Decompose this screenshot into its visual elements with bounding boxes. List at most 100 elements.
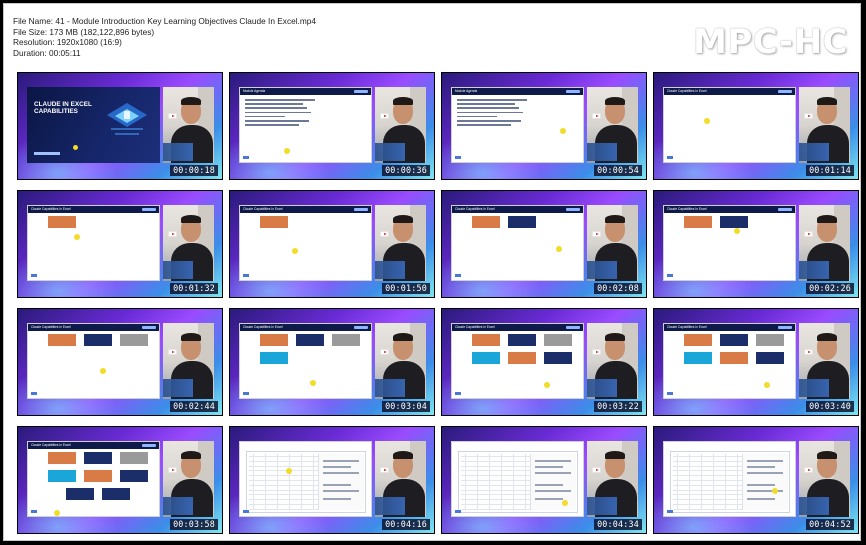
presenter-hair bbox=[393, 333, 413, 341]
presenter-hair bbox=[605, 215, 625, 223]
slide-logo bbox=[566, 326, 580, 329]
spreadsheet-column bbox=[713, 454, 714, 510]
capability-box bbox=[66, 488, 94, 500]
microphone bbox=[587, 497, 617, 515]
agenda-line bbox=[457, 115, 497, 118]
microphone bbox=[163, 143, 193, 161]
cursor-highlight bbox=[54, 510, 60, 516]
duration: Duration: 00:05:11 bbox=[13, 47, 81, 58]
timestamp: 00:01:14 bbox=[806, 165, 854, 176]
play-button-icon bbox=[804, 113, 813, 119]
thumbnail: Claude Capabilities In Excel 00:03:40 bbox=[653, 308, 859, 416]
microphone bbox=[163, 497, 193, 515]
capability-box bbox=[260, 216, 288, 228]
slide-footer-mark bbox=[243, 510, 249, 513]
microphone bbox=[587, 379, 617, 397]
cursor-highlight bbox=[292, 248, 298, 254]
slide: Claude Capabilities In Excel bbox=[27, 205, 160, 281]
agenda-line bbox=[245, 115, 285, 118]
slide: Claude Capabilities In Excel bbox=[27, 441, 160, 517]
slide: Claude Capabilities In Excel bbox=[451, 205, 584, 281]
slide-header: Module Agenda bbox=[240, 88, 371, 95]
chip-illustration bbox=[103, 99, 151, 141]
presenter-webcam bbox=[587, 441, 638, 517]
agenda-line bbox=[457, 103, 515, 105]
capability-box bbox=[720, 352, 748, 364]
slide-footer-mark bbox=[31, 274, 37, 277]
agenda-line bbox=[245, 103, 303, 105]
cursor-highlight bbox=[764, 382, 770, 388]
slide-logo bbox=[354, 90, 368, 93]
slide: Claude Capabilities In Excel bbox=[239, 323, 372, 399]
file-size: File Size: 173 MB (182,122,896 bytes) bbox=[13, 26, 155, 37]
panel-line bbox=[747, 484, 775, 486]
slide-header: Claude Capabilities In Excel bbox=[28, 442, 159, 449]
timestamp: 00:02:08 bbox=[594, 283, 642, 294]
presenter-hair bbox=[605, 451, 625, 459]
play-button-icon bbox=[592, 113, 601, 119]
presenter-webcam bbox=[587, 87, 638, 163]
panel-line bbox=[535, 466, 563, 468]
agenda-line bbox=[457, 120, 521, 122]
presenter-webcam bbox=[375, 441, 426, 517]
cursor-highlight bbox=[74, 234, 80, 240]
microphone bbox=[799, 497, 829, 515]
spreadsheet-column bbox=[513, 454, 514, 510]
slide-logo bbox=[354, 326, 368, 329]
presenter-webcam bbox=[799, 87, 850, 163]
timestamp: 00:03:58 bbox=[170, 519, 218, 530]
thumbnail: Claude Capabilities In Excel 00:03:04 bbox=[229, 308, 435, 416]
capability-box bbox=[84, 452, 112, 464]
presenter-hair bbox=[393, 97, 413, 105]
capability-box bbox=[120, 470, 148, 482]
slide-logo bbox=[142, 444, 156, 447]
spreadsheet-column bbox=[737, 454, 738, 510]
slide-logo bbox=[142, 208, 156, 211]
capability-box bbox=[472, 352, 500, 364]
agenda-line bbox=[245, 111, 311, 114]
capability-box bbox=[720, 216, 748, 228]
slide-logo bbox=[566, 90, 580, 93]
cursor-highlight bbox=[772, 488, 778, 494]
thumbnail: Claude Capabilities In Excel 00:03:22 bbox=[441, 308, 647, 416]
capability-box bbox=[260, 352, 288, 364]
play-button-icon bbox=[380, 113, 389, 119]
spreadsheet-column bbox=[289, 454, 290, 510]
thumbnail: Module Agenda 00:00:36 bbox=[229, 72, 435, 180]
slide: Claude Capabilities In Excel bbox=[27, 323, 160, 399]
microphone bbox=[375, 143, 405, 161]
timestamp: 00:00:18 bbox=[170, 165, 218, 176]
capability-box bbox=[472, 334, 500, 346]
spreadsheet-column bbox=[477, 454, 478, 510]
panel-line bbox=[323, 484, 351, 486]
presenter-webcam bbox=[587, 323, 638, 399]
slide: Claude Capabilities In Excel bbox=[239, 205, 372, 281]
panel-line bbox=[535, 490, 571, 492]
play-button-icon bbox=[804, 349, 813, 355]
thumbnail-grid: CLAUDE IN EXCEL CAPABILITIES 00:00:18 Modu… bbox=[17, 72, 859, 534]
microphone bbox=[163, 379, 193, 397]
panel-line bbox=[535, 460, 571, 462]
spreadsheet-column bbox=[689, 454, 690, 510]
slide-footer-mark bbox=[667, 510, 673, 513]
capability-box bbox=[332, 334, 360, 346]
capability-box bbox=[102, 488, 130, 500]
assistant-panel bbox=[742, 454, 788, 510]
resolution: Resolution: 1920x1080 (16:9) bbox=[13, 37, 122, 48]
spreadsheet-column bbox=[277, 454, 278, 510]
play-button-icon bbox=[804, 467, 813, 473]
cursor-highlight bbox=[734, 228, 740, 234]
presenter-webcam bbox=[163, 441, 214, 517]
timestamp: 00:03:40 bbox=[806, 401, 854, 412]
microphone bbox=[163, 261, 193, 279]
play-button-icon bbox=[592, 231, 601, 237]
slide-header: Claude Capabilities In Excel bbox=[452, 324, 583, 331]
cursor-highlight bbox=[560, 128, 566, 134]
capability-box bbox=[508, 352, 536, 364]
presenter-webcam bbox=[375, 87, 426, 163]
presenter-hair bbox=[817, 97, 837, 105]
slide-footer-mark bbox=[31, 510, 37, 513]
title-slide: CLAUDE IN EXCEL CAPABILITIES bbox=[27, 87, 160, 163]
slide bbox=[663, 441, 796, 517]
slide: Module Agenda bbox=[239, 87, 372, 163]
